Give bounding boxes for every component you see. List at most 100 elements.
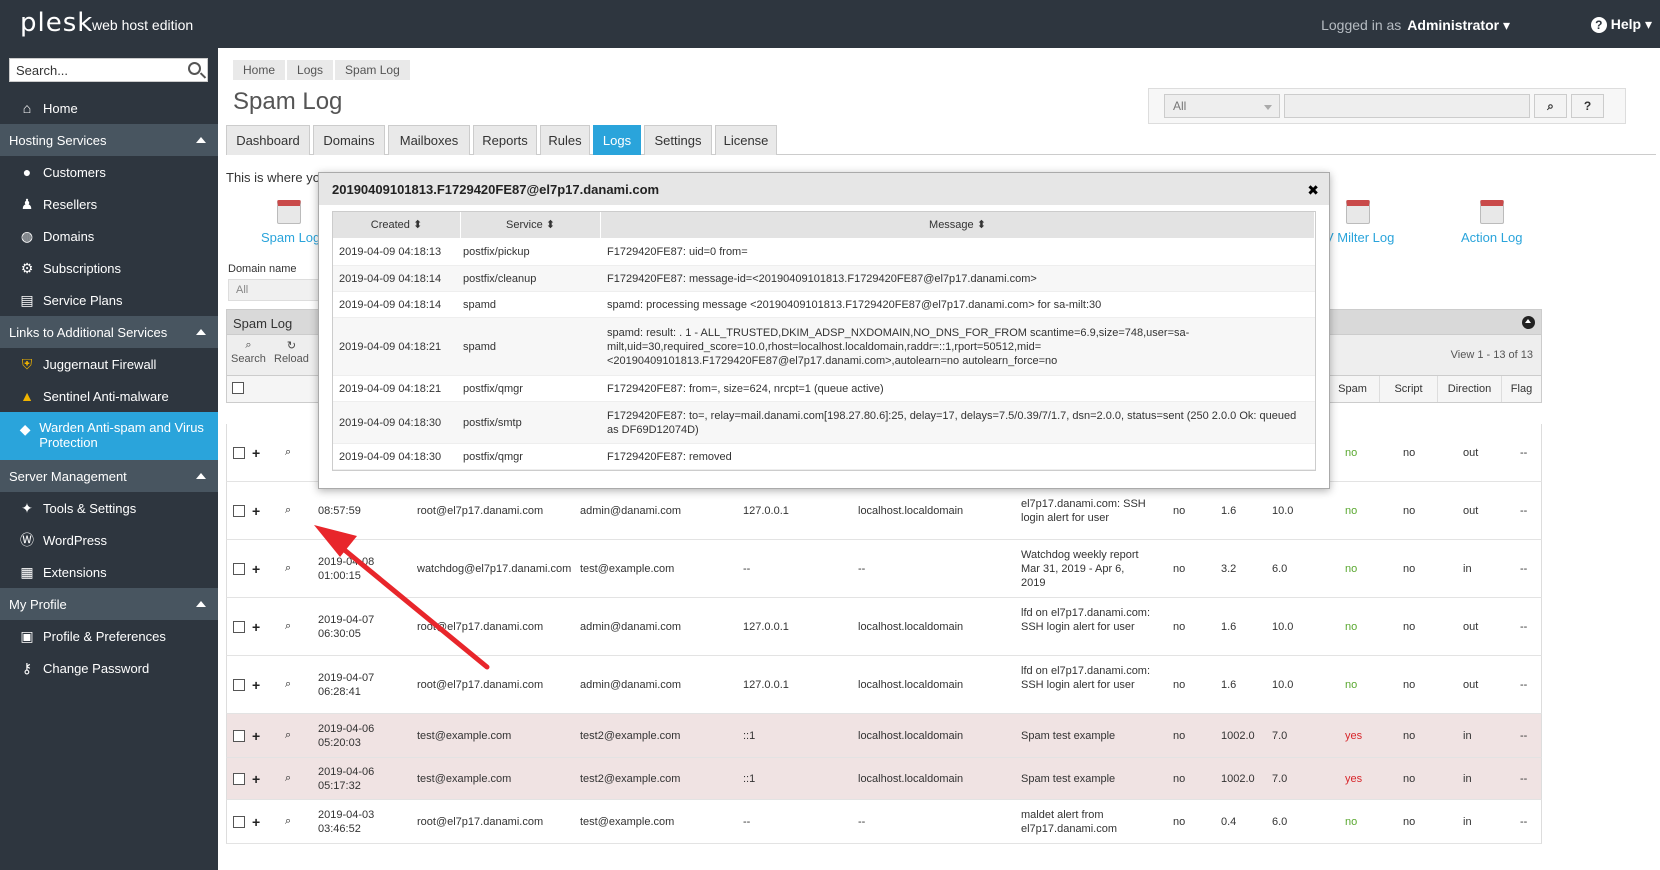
tab-mailboxes[interactable]: Mailboxes [388,125,470,155]
modal-log-table: Created ⬍ Service ⬍ Message ⬍ 2019-04-09… [332,211,1316,471]
sidebar-search[interactable] [9,58,208,82]
col-script[interactable]: Script [1379,376,1437,402]
search-input[interactable] [10,59,180,81]
table-row[interactable]: + ⌕ 2019-04-07 06:30:05 root@el7p17.danami.c… [226,598,1542,656]
cell-c2: 3.2 [1221,563,1237,575]
expand-icon[interactable]: + [252,814,260,830]
col-flag[interactable]: Flag [1501,376,1541,402]
tab-settings[interactable]: Settings [644,125,712,155]
expand-icon[interactable]: + [252,503,260,519]
modal-title: 20190409101813.F1729420FE87@el7p17.danam… [319,173,1329,205]
section-hosting-services[interactable]: Hosting Services [0,124,218,156]
sort-icon: ⬍ [976,219,986,231]
search-icon[interactable] [188,62,201,75]
filter-input[interactable] [1284,94,1530,118]
spam-log-link[interactable]: Spam Log [261,230,320,245]
breadcrumb-home[interactable]: Home [233,60,286,80]
cell-c1: no [1173,563,1186,575]
breadcrumb-logs[interactable]: Logs [287,60,334,80]
sidebar-item-juggernaut[interactable]: ⛨ Juggernaut Firewall [0,348,218,380]
view-details-icon[interactable]: ⌕ [285,562,291,575]
row-checkbox[interactable] [233,679,245,691]
expand-icon[interactable]: + [252,677,260,693]
sidebar-item-home[interactable]: ⌂ Home [0,92,218,124]
row-checkbox[interactable] [233,447,245,459]
select-all-checkbox[interactable] [232,382,244,394]
view-details-icon[interactable]: ⌕ [285,815,291,828]
tab-reports[interactable]: Reports [473,125,537,155]
sidebar-item-warden[interactable]: ◆ Warden Anti-spam and Virus Protection [0,412,218,460]
cell-script: no [1403,563,1416,575]
row-checkbox[interactable] [233,621,245,633]
col-created[interactable]: Created ⬍ [333,212,461,238]
table-row[interactable]: + ⌕ 2019-04-07 06:28:41 root@el7p17.danami.c… [226,656,1542,714]
help-menu[interactable]: ? Help ▾ [1590,16,1652,33]
filter-help-button[interactable]: ? [1571,94,1604,118]
sidebar-item-profile-prefs[interactable]: ▣ Profile & Preferences [0,620,218,652]
row-checkbox[interactable] [233,773,245,785]
spam-log-icon[interactable] [277,200,301,224]
action-log-link[interactable]: Action Log [1461,230,1522,245]
tab-dashboard[interactable]: Dashboard [226,125,310,155]
tab-license[interactable]: License [715,125,777,155]
col-spam[interactable]: Spam [1325,376,1379,402]
close-icon[interactable]: ✖ [1307,182,1319,199]
row-checkbox[interactable] [233,505,245,517]
modal-cell-service: postfix/cleanup [463,273,537,285]
row-checkbox[interactable] [233,563,245,575]
reload-tool-button[interactable]: ↻ Reload [274,339,309,365]
tab-logs[interactable]: Logs [593,125,641,155]
sidebar-item-change-password[interactable]: ⚷ Change Password [0,652,218,684]
view-details-icon[interactable]: ⌕ [285,446,291,459]
collapse-panel-icon[interactable] [1522,316,1535,329]
sidebar-item-extensions[interactable]: ▦ Extensions [0,556,218,588]
expand-icon[interactable]: + [252,619,260,635]
section-server-management[interactable]: Server Management [0,460,218,492]
sidebar-item-domains[interactable]: ◍ Domains [0,220,218,252]
table-row[interactable]: + ⌕ 08:57:59 root@el7p17.danami.com admin@da… [226,482,1542,540]
filter-select[interactable]: All [1164,94,1280,118]
row-checkbox[interactable] [233,816,245,828]
section-my-profile[interactable]: My Profile [0,588,218,620]
milter-log-icon[interactable] [1346,200,1370,224]
col-direction[interactable]: Direction [1437,376,1501,402]
filter-search-button[interactable]: ⌕ [1534,94,1567,118]
user-menu[interactable]: Administrator ▾ [1407,17,1510,33]
expand-icon[interactable]: + [252,561,260,577]
sidebar-item-customers[interactable]: ● Customers [0,156,218,188]
view-details-icon[interactable]: ⌕ [285,504,291,517]
sidebar-item-wordpress[interactable]: Ⓦ WordPress [0,524,218,556]
sidebar-item-resellers[interactable]: ♟ Resellers [0,188,218,220]
domain-name-select[interactable]: All [228,279,320,301]
cell-c1: no [1173,816,1186,828]
search-tool-button[interactable]: ⌕ Search [231,339,266,365]
expand-icon[interactable]: + [252,445,260,461]
breadcrumb-spam-log[interactable]: Spam Log [335,60,410,80]
sidebar-item-sentinel[interactable]: ▲ Sentinel Anti-malware [0,380,218,412]
cell-c1: no [1173,679,1186,691]
table-row[interactable]: + ⌕ 2019-04-03 03:46:52 root@el7p17.danami.c… [226,800,1542,844]
section-links-additional[interactable]: Links to Additional Services [0,316,218,348]
tab-rules[interactable]: Rules [540,125,590,155]
plesk-logo[interactable]: plesk [20,8,93,38]
col-service[interactable]: Service ⬍ [461,212,601,238]
row-checkbox[interactable] [233,730,245,742]
expand-icon[interactable]: + [252,771,260,787]
table-row[interactable]: + ⌕ 2019-04-06 05:20:03 test@example.com test… [226,714,1542,758]
sidebar-item-subscriptions[interactable]: ⚙ Subscriptions [0,252,218,284]
tab-domains[interactable]: Domains [313,125,385,155]
table-row[interactable]: + ⌕ 2019-04-06 05:17:32 test@example.com test… [226,758,1542,800]
view-details-icon[interactable]: ⌕ [285,620,291,633]
modal-cell-message: spamd: result: . 1 - ALL_TRUSTED,DKIM_AD… [607,327,1190,367]
sidebar-item-tools-settings[interactable]: ✦ Tools & Settings [0,492,218,524]
col-message[interactable]: Message ⬍ [601,212,1315,238]
milter-log-link[interactable]: V Milter Log [1325,230,1394,245]
sidebar-item-service-plans[interactable]: ▤ Service Plans [0,284,218,316]
expand-icon[interactable]: + [252,728,260,744]
view-details-icon[interactable]: ⌕ [285,772,291,785]
action-log-icon[interactable] [1480,200,1504,224]
view-details-icon[interactable]: ⌕ [285,678,291,691]
cell-spam: no [1345,679,1358,691]
table-row[interactable]: + ⌕ 2019-04-08 01:00:15 watchdog@el7p17.dana… [226,540,1542,598]
view-details-icon[interactable]: ⌕ [285,729,291,742]
